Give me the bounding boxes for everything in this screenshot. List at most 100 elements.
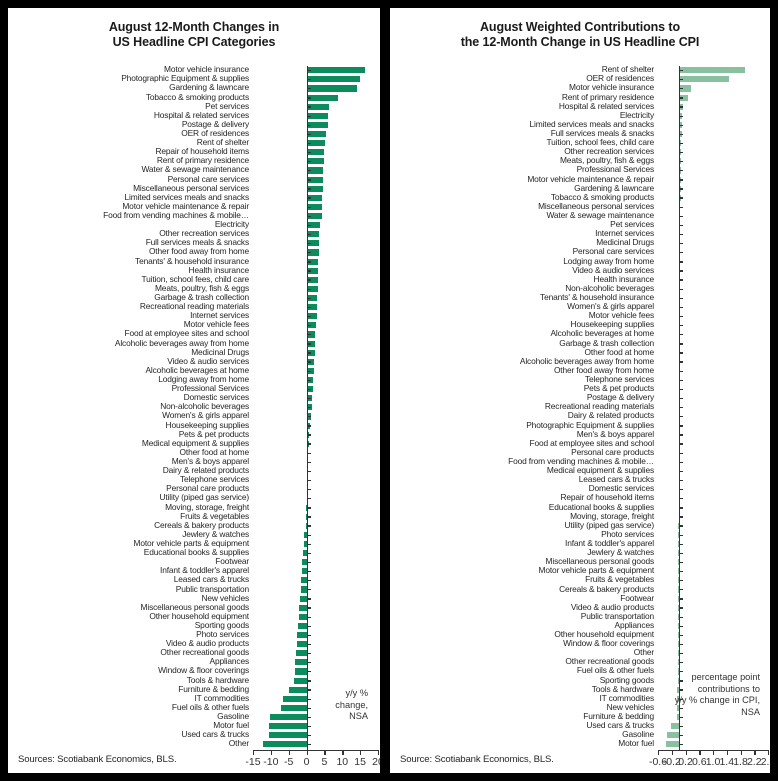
bar (295, 659, 307, 666)
x-axis-tick-label: 10 (336, 756, 349, 768)
x-axis-tick-label: -10 (263, 756, 279, 768)
axis-tick-mark (679, 616, 683, 618)
table-row: Motor fuel (390, 739, 770, 749)
axis-tick-mark (679, 552, 683, 555)
axis-tick-mark (307, 589, 311, 591)
x-axis-tick-label: 15 (354, 756, 366, 768)
axis-tick-mark (679, 106, 683, 108)
axis-tick-mark (307, 561, 311, 564)
x-axis-tick (270, 751, 273, 755)
x-axis-tick-label: 1.0 (705, 756, 721, 768)
x-axis-tick (253, 751, 255, 755)
axis-tick-mark (679, 361, 683, 363)
bar (299, 595, 307, 602)
left-title-line2: US Headline CPI Categories (112, 35, 276, 49)
axis-tick-mark (307, 88, 311, 90)
zero-axis-line (678, 66, 681, 750)
bar (296, 641, 307, 648)
axis-tick-mark (679, 370, 683, 372)
axis-tick-mark (307, 315, 311, 318)
axis-tick-mark (307, 97, 311, 99)
x-axis-tick-label: 0.6 (691, 756, 707, 768)
axis-tick-mark (307, 142, 311, 145)
axis-tick-mark (307, 261, 311, 263)
axis-tick-mark (679, 407, 683, 409)
axis-tick-mark (679, 352, 683, 354)
annotation-line: percentage point (691, 672, 760, 682)
axis-tick-mark (679, 334, 683, 336)
axis-tick-mark (307, 243, 311, 245)
axis-tick-mark (307, 252, 311, 254)
axis-tick-mark (307, 106, 311, 108)
axis-tick-mark (679, 416, 683, 418)
right-chart-title: August Weighted Contributions to the 12-… (408, 20, 752, 50)
bar (667, 732, 679, 739)
x-axis-tick-label: 20 (372, 756, 380, 768)
axis-tick-mark (679, 243, 683, 245)
x-axis-tick (740, 751, 742, 755)
axis-tick-mark (679, 179, 683, 181)
axis-tick-mark (679, 388, 683, 391)
axis-tick-mark (679, 379, 683, 381)
annotation-line: y/y % (345, 688, 368, 698)
bar (294, 677, 307, 684)
axis-tick-mark (307, 534, 311, 536)
axis-tick-mark (307, 206, 311, 208)
axis-tick-mark (307, 662, 311, 664)
axis-tick-mark (679, 88, 683, 90)
axis-tick-mark (679, 734, 683, 737)
axis-tick-mark (307, 279, 311, 281)
axis-tick-mark (307, 616, 311, 618)
axis-tick-mark (307, 379, 311, 381)
axis-tick-mark (679, 261, 683, 263)
x-axis-tick (342, 751, 344, 755)
axis-tick-mark (679, 634, 683, 637)
axis-tick-mark (679, 197, 683, 199)
axis-tick-mark (307, 297, 311, 299)
axis-tick-mark (307, 343, 311, 345)
bar (269, 723, 307, 730)
axis-tick-mark (307, 643, 311, 646)
axis-tick-mark (679, 452, 683, 454)
bar (269, 732, 307, 739)
right-source-note: Source: Scotiabank Economics, BLS. (400, 754, 554, 765)
figure-container: August 12-Month Changes in US Headline C… (0, 0, 778, 781)
axis-tick-mark (307, 552, 311, 555)
x-axis-tick (754, 751, 756, 755)
axis-tick-mark (307, 79, 311, 81)
left-note: y/y % change, NSA (278, 688, 368, 723)
axis-tick-mark (307, 425, 311, 427)
axis-tick-mark (307, 470, 311, 473)
x-axis-tick (306, 751, 308, 755)
right-note: percentage point contributions to y/y % ch… (638, 672, 760, 718)
x-axis-tick (360, 751, 362, 755)
left-chart-title: August 12-Month Changes in US Headline C… (26, 20, 362, 50)
axis-tick-mark (307, 370, 311, 372)
axis-tick-mark (679, 252, 683, 254)
x-axis-tick (658, 751, 660, 755)
axis-tick-mark (679, 133, 683, 136)
axis-tick-mark (679, 607, 683, 609)
axis-tick-mark (679, 725, 683, 728)
category-label: Other (228, 738, 249, 749)
axis-tick-mark (679, 561, 683, 564)
axis-tick-mark (307, 488, 311, 491)
axis-tick-mark (307, 680, 311, 682)
axis-tick-mark (679, 589, 683, 591)
axis-tick-mark (307, 188, 311, 190)
axis-tick-mark (679, 288, 683, 290)
right-title-line2: the 12-Month Change in US Headline CPI (460, 35, 700, 49)
axis-tick-mark (307, 625, 311, 627)
bar (306, 76, 360, 83)
axis-tick-mark (679, 151, 683, 154)
axis-tick-mark (307, 671, 311, 673)
annotation-line: contributions to (697, 683, 760, 694)
axis-tick-mark (679, 124, 683, 126)
axis-tick-mark (307, 498, 311, 500)
right-chart-panel: August Weighted Contributions to the 12-… (390, 8, 770, 773)
axis-tick-mark (307, 388, 311, 391)
axis-tick-mark (679, 744, 683, 746)
axis-tick-mark (307, 543, 311, 545)
axis-tick-mark (679, 434, 683, 436)
axis-tick-mark (679, 206, 683, 208)
